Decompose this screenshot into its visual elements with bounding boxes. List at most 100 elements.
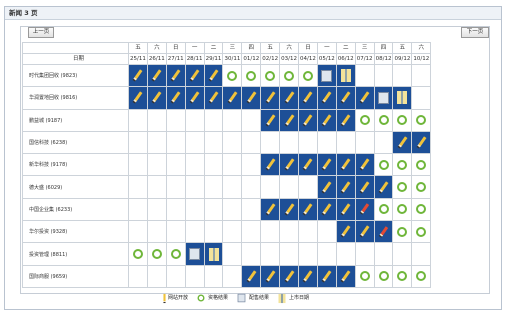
- schedule-cell[interactable]: [165, 197, 186, 222]
- company-name[interactable]: 中国企业集 (6233): [22, 197, 129, 222]
- company-name[interactable]: 国信科技 (6238): [22, 130, 129, 155]
- schedule-row[interactable]: 新华科技 (9178): [22, 153, 432, 177]
- schedule-cell[interactable]: [184, 108, 205, 132]
- schedule-row[interactable]: 投资管理 (8811): [22, 242, 432, 266]
- schedule-cell[interactable]: [354, 220, 375, 244]
- company-name[interactable]: 投资管理 (8811): [22, 242, 129, 266]
- schedule-cell[interactable]: [316, 175, 337, 199]
- schedule-cell[interactable]: [128, 153, 148, 177]
- schedule-cell[interactable]: [165, 63, 186, 88]
- schedule-cell[interactable]: [260, 63, 281, 88]
- schedule-cell[interactable]: [128, 175, 148, 199]
- schedule-cell[interactable]: [222, 197, 243, 222]
- schedule-cell[interactable]: [411, 153, 432, 177]
- schedule-cell[interactable]: [128, 197, 148, 222]
- company-name[interactable]: 华润置地回收 (9816): [22, 86, 129, 110]
- schedule-cell[interactable]: [241, 86, 262, 110]
- schedule-cell[interactable]: [184, 130, 205, 155]
- schedule-cell[interactable]: [260, 197, 281, 222]
- schedule-cell[interactable]: [128, 242, 148, 266]
- schedule-cell[interactable]: [316, 220, 337, 244]
- schedule-cell[interactable]: [222, 108, 243, 132]
- schedule-cell[interactable]: [222, 63, 243, 88]
- schedule-cell[interactable]: [279, 175, 300, 199]
- schedule-cell[interactable]: [165, 264, 186, 288]
- schedule-cell[interactable]: [335, 108, 356, 132]
- schedule-cell[interactable]: [146, 220, 167, 244]
- schedule-cell[interactable]: [373, 220, 394, 244]
- schedule-cell[interactable]: [392, 242, 413, 266]
- schedule-cell[interactable]: [241, 108, 262, 132]
- schedule-row[interactable]: 国际商服 (9659): [22, 264, 432, 288]
- schedule-cell[interactable]: [203, 264, 224, 288]
- company-name[interactable]: 国际商服 (9659): [22, 264, 129, 288]
- schedule-cell[interactable]: [316, 153, 337, 177]
- schedule-cell[interactable]: [260, 153, 281, 177]
- schedule-cell[interactable]: [241, 130, 262, 155]
- schedule-cell[interactable]: [222, 153, 243, 177]
- schedule-cell[interactable]: [279, 86, 300, 110]
- schedule-cell[interactable]: [184, 63, 205, 88]
- company-name[interactable]: 德大盛 (6029): [22, 175, 129, 199]
- schedule-cell[interactable]: [373, 175, 394, 199]
- schedule-cell[interactable]: [335, 175, 356, 199]
- schedule-cell[interactable]: [392, 86, 413, 110]
- schedule-cell[interactable]: [316, 264, 337, 288]
- schedule-cell[interactable]: [298, 63, 318, 88]
- schedule-cell[interactable]: [222, 264, 243, 288]
- schedule-cell[interactable]: [392, 108, 413, 132]
- schedule-cell[interactable]: [165, 220, 186, 244]
- schedule-cell[interactable]: [354, 108, 375, 132]
- schedule-cell[interactable]: [298, 153, 318, 177]
- schedule-cell[interactable]: [146, 175, 167, 199]
- schedule-cell[interactable]: [298, 86, 318, 110]
- schedule-cell[interactable]: [392, 153, 413, 177]
- schedule-row[interactable]: 华尔投资 (9328): [22, 220, 432, 244]
- schedule-cell[interactable]: [146, 153, 167, 177]
- schedule-cell[interactable]: [373, 86, 394, 110]
- schedule-cell[interactable]: [146, 197, 167, 222]
- schedule-cell[interactable]: [411, 264, 432, 288]
- company-name[interactable]: 华尔投资 (9328): [22, 220, 129, 244]
- schedule-cell[interactable]: [298, 108, 318, 132]
- schedule-cell[interactable]: [411, 63, 432, 88]
- schedule-cell[interactable]: [165, 175, 186, 199]
- prev-page-button[interactable]: 上一页: [28, 27, 54, 38]
- schedule-cell[interactable]: [373, 130, 394, 155]
- schedule-cell[interactable]: [392, 130, 413, 155]
- schedule-cell[interactable]: [354, 130, 375, 155]
- schedule-cell[interactable]: [184, 242, 205, 266]
- schedule-cell[interactable]: [392, 220, 413, 244]
- schedule-cell[interactable]: [260, 264, 281, 288]
- schedule-cell[interactable]: [222, 220, 243, 244]
- schedule-cell[interactable]: [373, 108, 394, 132]
- schedule-cell[interactable]: [203, 108, 224, 132]
- schedule-cell[interactable]: [146, 130, 167, 155]
- schedule-row[interactable]: 国信科技 (6238): [22, 130, 432, 155]
- schedule-cell[interactable]: [260, 108, 281, 132]
- next-page-button[interactable]: 下一页: [461, 27, 489, 38]
- schedule-cell[interactable]: [203, 220, 224, 244]
- schedule-cell[interactable]: [354, 63, 375, 88]
- schedule-cell[interactable]: [279, 153, 300, 177]
- schedule-cell[interactable]: [184, 220, 205, 244]
- schedule-cell[interactable]: [203, 86, 224, 110]
- schedule-cell[interactable]: [222, 130, 243, 155]
- schedule-cell[interactable]: [335, 220, 356, 244]
- schedule-cell[interactable]: [203, 242, 224, 266]
- schedule-cell[interactable]: [165, 130, 186, 155]
- schedule-cell[interactable]: [335, 242, 356, 266]
- schedule-cell[interactable]: [184, 197, 205, 222]
- schedule-cell[interactable]: [354, 264, 375, 288]
- schedule-cell[interactable]: [411, 108, 432, 132]
- schedule-cell[interactable]: [335, 86, 356, 110]
- schedule-cell[interactable]: [335, 130, 356, 155]
- company-name[interactable]: 新华科技 (9178): [22, 153, 129, 177]
- schedule-cell[interactable]: [260, 175, 281, 199]
- schedule-cell[interactable]: [241, 63, 262, 88]
- schedule-cell[interactable]: [279, 130, 300, 155]
- schedule-cell[interactable]: [354, 197, 375, 222]
- schedule-cell[interactable]: [373, 197, 394, 222]
- schedule-cell[interactable]: [146, 108, 167, 132]
- schedule-row[interactable]: 华润置地回收 (9816): [22, 86, 432, 110]
